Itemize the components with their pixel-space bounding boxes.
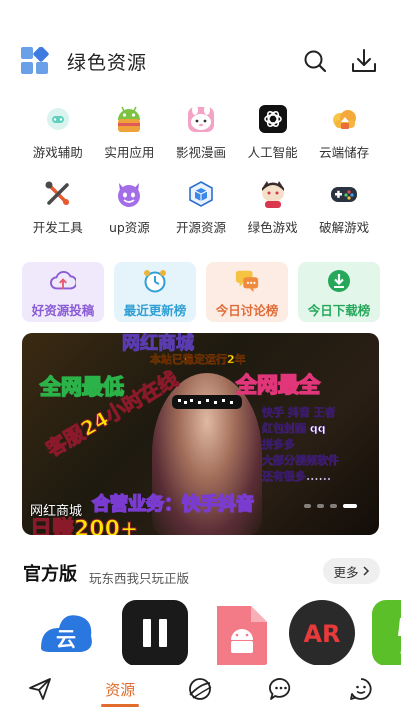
category-label: 人工智能 [247,145,298,160]
app-tile-android-file[interactable] [208,600,274,666]
chevron-right-icon [362,566,369,576]
rank-card-recent-updates[interactable]: 最近更新榜 [114,262,196,322]
category-label: up资源 [108,220,150,235]
rank-label: 今日讨论榜 [215,303,279,318]
banner-pagination [304,504,357,508]
ranking-cards: 好资源投稿 最近更新榜 今日讨论榜 今日下载榜 [22,262,380,322]
nav-send[interactable] [10,669,70,709]
category-utility-apps[interactable]: 实用应用 [94,104,166,179]
download-icon [352,49,376,72]
category-label: 实用应用 [104,145,155,160]
rank-label: 今日下载榜 [307,303,371,318]
official-section-header: 官方版 玩东西我只玩正版 更多 [23,558,380,586]
category-grid: 游戏辅助 实用应用 影视漫画 人工智能 云端储存 开发工具 up资源 开源资源 … [22,104,380,254]
category-label: 游戏辅助 [32,145,83,160]
ar-app-icon: AR [289,600,355,666]
app-title: 绿色资源 [67,52,148,74]
active-tab-indicator [101,704,140,707]
android-icon [114,104,144,134]
category-ai[interactable]: 人工智能 [237,104,309,179]
svg-text:云: 云 [56,627,76,651]
cat-icon [258,179,288,209]
nav-explore[interactable] [170,669,230,709]
pagination-dot[interactable] [304,504,311,508]
cloud-app-icon: 云 [41,615,92,652]
tools-icon [43,179,73,209]
bottom-navigation: 资源 [0,665,401,713]
category-label: 绿色游戏 [247,220,298,235]
category-row: 游戏辅助 实用应用 影视漫画 人工智能 云端储存 [22,104,380,179]
category-open-source[interactable]: 开源资源 [165,179,237,254]
pagination-dot-active[interactable] [343,504,357,508]
official-apps-row: 云 AR [0,600,401,666]
rank-card-submissions[interactable]: 好资源投稿 [22,262,104,322]
game-assist-icon [43,104,73,134]
category-cracked-games[interactable]: 破解游戏 [308,179,380,254]
gamepad-icon [329,179,359,209]
rank-card-discussions[interactable]: 今日讨论榜 [206,262,288,322]
download-circle-icon [326,268,352,294]
nav-profile[interactable] [331,669,391,709]
android-file-app-icon [217,606,267,666]
planet-icon [189,678,212,700]
svg-text:AR: AR [303,620,340,648]
more-label: 更多 [333,564,359,580]
devil-face-icon [114,179,144,209]
category-label: 影视漫画 [175,145,226,160]
category-dev-tools[interactable]: 开发工具 [22,179,94,254]
category-game-assist[interactable]: 游戏辅助 [22,104,94,179]
download-button[interactable] [349,46,379,76]
more-button[interactable]: 更多 [323,558,380,584]
banner-service-list: 快手 抖音 王者 红包封面 qq 拼多多 大部分视频软件 还有很多...... [262,405,340,485]
app-header: 绿色资源 [0,38,401,82]
nav-resources-tab[interactable]: 资源 [90,669,150,709]
category-label: 云端储存 [319,145,370,160]
smile-icon [349,678,372,700]
pause-app-icon [143,619,167,647]
promo-banner[interactable]: 网红商城 本站已稳定运行2年 全网最低 全网最全 快手 抖音 王者 红包封面 q… [22,333,379,535]
app-tile-green[interactable] [372,600,401,666]
banner-right-slogan: 全网最全 [235,372,321,398]
rank-label: 好资源投稿 [31,303,95,318]
category-label: 开源资源 [175,220,226,235]
banner-service-item: 拼多多 [262,438,296,452]
category-movies-comics[interactable]: 影视漫画 [165,104,237,179]
app-tile-cloud[interactable]: 云 [33,600,99,666]
category-row: 开发工具 up资源 开源资源 绿色游戏 破解游戏 [22,179,380,254]
section-subtitle: 玩东西我只玩正版 [89,571,190,586]
cloud-icon [329,104,359,134]
send-icon [29,678,51,700]
rank-label: 最近更新榜 [123,303,187,318]
category-up-resources[interactable]: up资源 [94,179,166,254]
chat-bubbles-icon [234,268,260,294]
search-button[interactable] [300,46,330,76]
nav-label-resources: 资源 [105,680,136,699]
cloud-upload-icon [50,268,76,294]
bunny-icon [186,104,216,134]
green-app-icon [398,618,401,654]
banner-visor-image [172,395,242,409]
app-tile-ar[interactable]: AR [289,600,355,666]
category-green-games[interactable]: 绿色游戏 [237,179,309,254]
banner-bottom-text: 日赚200+ [29,517,139,536]
cube-icon [186,179,216,209]
banner-service-item: 红包封面 qq [262,422,326,436]
banner-service-item: 大部分视频软件 [262,454,340,468]
grid-logo-icon [21,46,49,75]
nav-messages[interactable] [251,669,311,709]
chat-icon [268,678,290,700]
pagination-dot[interactable] [330,504,337,508]
category-cloud-storage[interactable]: 云端储存 [308,104,380,179]
banner-service-item: 快手 抖音 王者 [262,406,336,420]
pagination-dot[interactable] [317,504,324,508]
alarm-clock-icon [142,268,168,294]
section-title: 官方版 [23,564,77,585]
search-icon [304,50,327,73]
app-tile-pause[interactable] [122,600,188,666]
rank-card-downloads[interactable]: 今日下载榜 [298,262,380,322]
ai-knot-icon [258,104,288,134]
category-label: 破解游戏 [319,220,370,235]
category-label: 开发工具 [32,220,83,235]
banner-service-item: 还有很多...... [262,470,332,484]
